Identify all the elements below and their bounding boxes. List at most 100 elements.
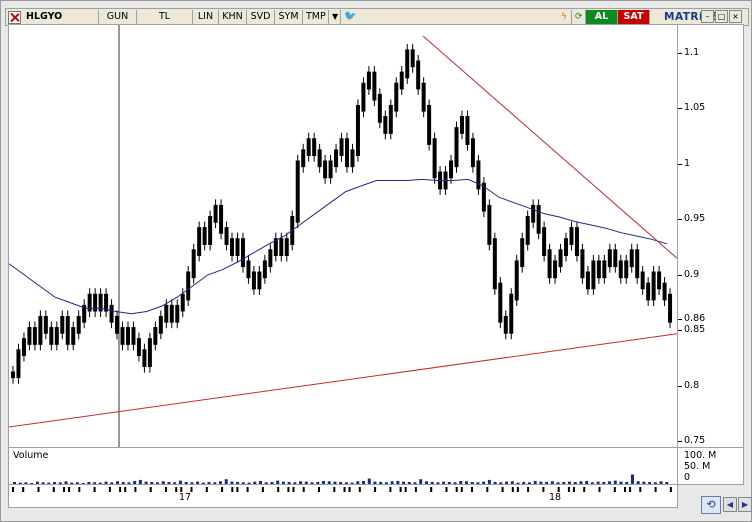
y-tick-label: 1.1 [684, 46, 700, 58]
price-bar [629, 249, 634, 268]
time-tick [374, 487, 377, 492]
time-tick [205, 487, 208, 492]
volume-chart-svg [13, 474, 669, 484]
y-tick [678, 163, 682, 165]
tmp-button[interactable]: TMP [303, 10, 329, 24]
price-bar [230, 238, 235, 256]
price-bar [76, 315, 81, 334]
price-bar [32, 327, 37, 345]
y-tick [678, 330, 682, 332]
period-button[interactable]: GUN [99, 10, 137, 24]
sell-button[interactable]: SAT [618, 10, 650, 24]
price-bar [345, 138, 349, 168]
time-tick [236, 487, 239, 492]
khn-button[interactable]: KHN [219, 10, 247, 24]
price-bar [191, 249, 196, 279]
time-ticks-svg [12, 487, 672, 492]
price-chart[interactable] [8, 24, 678, 448]
price-bar [202, 227, 207, 245]
scroll-left-icon[interactable]: ◀ [723, 497, 737, 512]
close-chart-icon[interactable] [8, 10, 21, 24]
price-bar [350, 149, 355, 168]
time-tick [318, 487, 320, 492]
price-bar [317, 149, 322, 168]
time-tick [445, 487, 448, 492]
time-tick [527, 487, 530, 492]
price-bar [427, 104, 432, 145]
price-bar [520, 238, 525, 268]
lightning-icon[interactable]: ϟ [558, 10, 572, 24]
price-bar [476, 160, 481, 190]
price-bar [640, 271, 645, 290]
dropdown-arrow-icon[interactable]: ▼ [329, 10, 341, 24]
buy-button[interactable]: AL [586, 10, 618, 24]
price-bar [651, 271, 656, 301]
maximize-icon[interactable]: □ [715, 10, 728, 23]
price-bar [564, 238, 569, 256]
volume-panel: Volume [8, 447, 678, 485]
price-bar [301, 149, 306, 168]
price-bar [142, 349, 147, 368]
time-tick [629, 487, 632, 492]
sync-icon[interactable]: ⟲ [701, 496, 721, 514]
price-chart-svg [8, 25, 678, 447]
time-tick [404, 487, 407, 492]
price-bar [383, 116, 388, 134]
price-bar [602, 260, 607, 279]
price-bar [536, 204, 541, 234]
price-bar [115, 315, 120, 334]
price-bar [498, 282, 503, 323]
price-bar [164, 304, 169, 323]
price-bar [591, 260, 596, 290]
svd-button[interactable]: SVD [247, 10, 275, 24]
price-bar [405, 49, 410, 79]
price-bar [147, 338, 152, 368]
time-tick [358, 487, 361, 492]
price-bar [87, 293, 92, 312]
volume-axis: 100. M 50. M 0 [677, 447, 744, 485]
price-bar [16, 349, 21, 379]
price-bar [509, 293, 514, 334]
support-trendline [8, 333, 678, 428]
refresh-icon[interactable]: ⟳ [572, 10, 586, 24]
scroll-right-icon[interactable]: ▶ [738, 497, 752, 512]
price-bar [54, 327, 59, 345]
price-bar [268, 249, 273, 268]
price-bar [635, 249, 640, 279]
price-bar [657, 271, 662, 290]
time-tick [52, 487, 55, 492]
time-tick [292, 487, 295, 492]
minimize-icon[interactable]: – [701, 10, 714, 23]
price-bar [197, 227, 202, 256]
price-bar [569, 227, 574, 245]
y-tick-label: 0.75 [684, 435, 706, 447]
price-bar [668, 293, 673, 323]
y-tick-label: 0.86 [684, 313, 706, 325]
price-bar [558, 249, 563, 268]
price-bar [27, 327, 32, 345]
time-tick [124, 487, 127, 492]
price-bar [449, 160, 454, 179]
currency-button[interactable]: TL [137, 10, 193, 24]
price-bar [71, 327, 76, 345]
twitter-icon[interactable]: 🐦 [341, 10, 357, 24]
time-tick [639, 487, 642, 492]
price-bar [49, 327, 54, 345]
close-window-icon[interactable]: × [729, 10, 742, 23]
sym-button[interactable]: SYM [275, 10, 303, 24]
time-axis[interactable]: 17 18 [8, 484, 678, 508]
symbol-field[interactable]: HLGYO [23, 10, 99, 24]
time-tick [486, 487, 489, 492]
volume-label-0: 0 [684, 472, 691, 483]
price-bar [459, 116, 464, 134]
time-tick [624, 487, 626, 492]
y-tick-label: 0.95 [684, 213, 706, 225]
time-tick [471, 487, 473, 492]
price-bar [219, 204, 224, 234]
time-tick [598, 487, 601, 492]
price-bar [580, 249, 585, 279]
time-tick [567, 487, 570, 492]
price-bar [186, 271, 191, 301]
volume-label-100m: 100. M [684, 450, 717, 461]
scale-button[interactable]: LIN [193, 10, 219, 24]
